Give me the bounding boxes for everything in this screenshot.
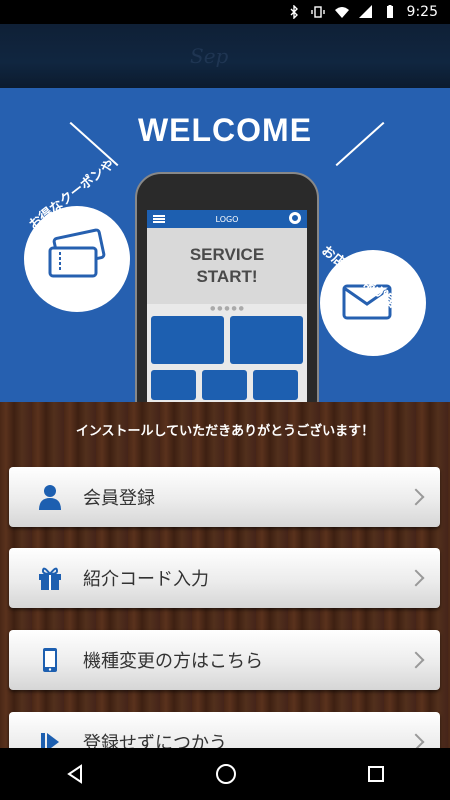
- back-icon[interactable]: [65, 764, 85, 784]
- phone-tile-memo: [230, 316, 303, 364]
- service-start-panel: SERVICE START!: [147, 228, 307, 304]
- member-register-button[interactable]: 会員登録: [9, 467, 440, 527]
- referral-code-button[interactable]: 紹介コード入力: [9, 548, 440, 608]
- gift-icon: [35, 563, 65, 593]
- chevron-right-icon: [407, 651, 425, 669]
- status-time: 9:25: [406, 4, 438, 20]
- chevron-right-icon: [407, 569, 425, 587]
- referral-code-label: 紹介コード入力: [83, 569, 209, 590]
- page-dots: ● ● ● ● ●: [210, 305, 244, 312]
- phone-tile: [151, 370, 196, 400]
- gear-icon: [289, 212, 301, 224]
- header-logo: Sep: [190, 44, 229, 68]
- device-change-label: 機種変更の方はこちら: [83, 651, 263, 672]
- ticket-icon: [48, 228, 106, 278]
- service-line1: SERVICE: [189, 245, 265, 264]
- chevron-right-icon: [407, 488, 425, 506]
- phone-tile: [202, 370, 247, 400]
- device-change-button[interactable]: 機種変更の方はこちら: [9, 630, 440, 690]
- home-icon[interactable]: [215, 763, 237, 785]
- welcome-banner: WELCOME お得なクーポンや お店の情報が届く！ LOGO SERVICE: [0, 88, 450, 402]
- recents-icon[interactable]: [367, 765, 385, 783]
- menu-icon: [153, 215, 165, 223]
- thanks-message: インストールしていただきありがとうございます！: [75, 424, 375, 439]
- service-line2: START!: [196, 267, 258, 286]
- welcome-title: WELCOME: [137, 112, 313, 148]
- system-nav-bar: [0, 748, 450, 800]
- phone-logo-label: LOGO: [215, 214, 239, 224]
- person-icon: [35, 482, 65, 512]
- phone-icon: [35, 645, 65, 675]
- battery-icon: [386, 5, 393, 18]
- app-header: Sep: [0, 24, 450, 88]
- bluetooth-icon: [290, 5, 298, 19]
- status-bar: 9:25: [0, 0, 450, 24]
- vibrate-icon: [310, 6, 325, 18]
- phone-tile: [253, 370, 298, 400]
- phone-screen-bar: LOGO: [147, 210, 307, 228]
- phone-illustration: LOGO SERVICE START! ● ● ● ● ●: [135, 172, 319, 402]
- wifi-icon: [334, 7, 349, 18]
- signal-icon: [358, 5, 372, 18]
- member-register-label: 会員登録: [83, 488, 155, 509]
- phone-tile-coupon: [151, 316, 224, 364]
- phone-tiles: [147, 314, 307, 402]
- phone-screen: LOGO SERVICE START! ● ● ● ● ●: [147, 210, 307, 402]
